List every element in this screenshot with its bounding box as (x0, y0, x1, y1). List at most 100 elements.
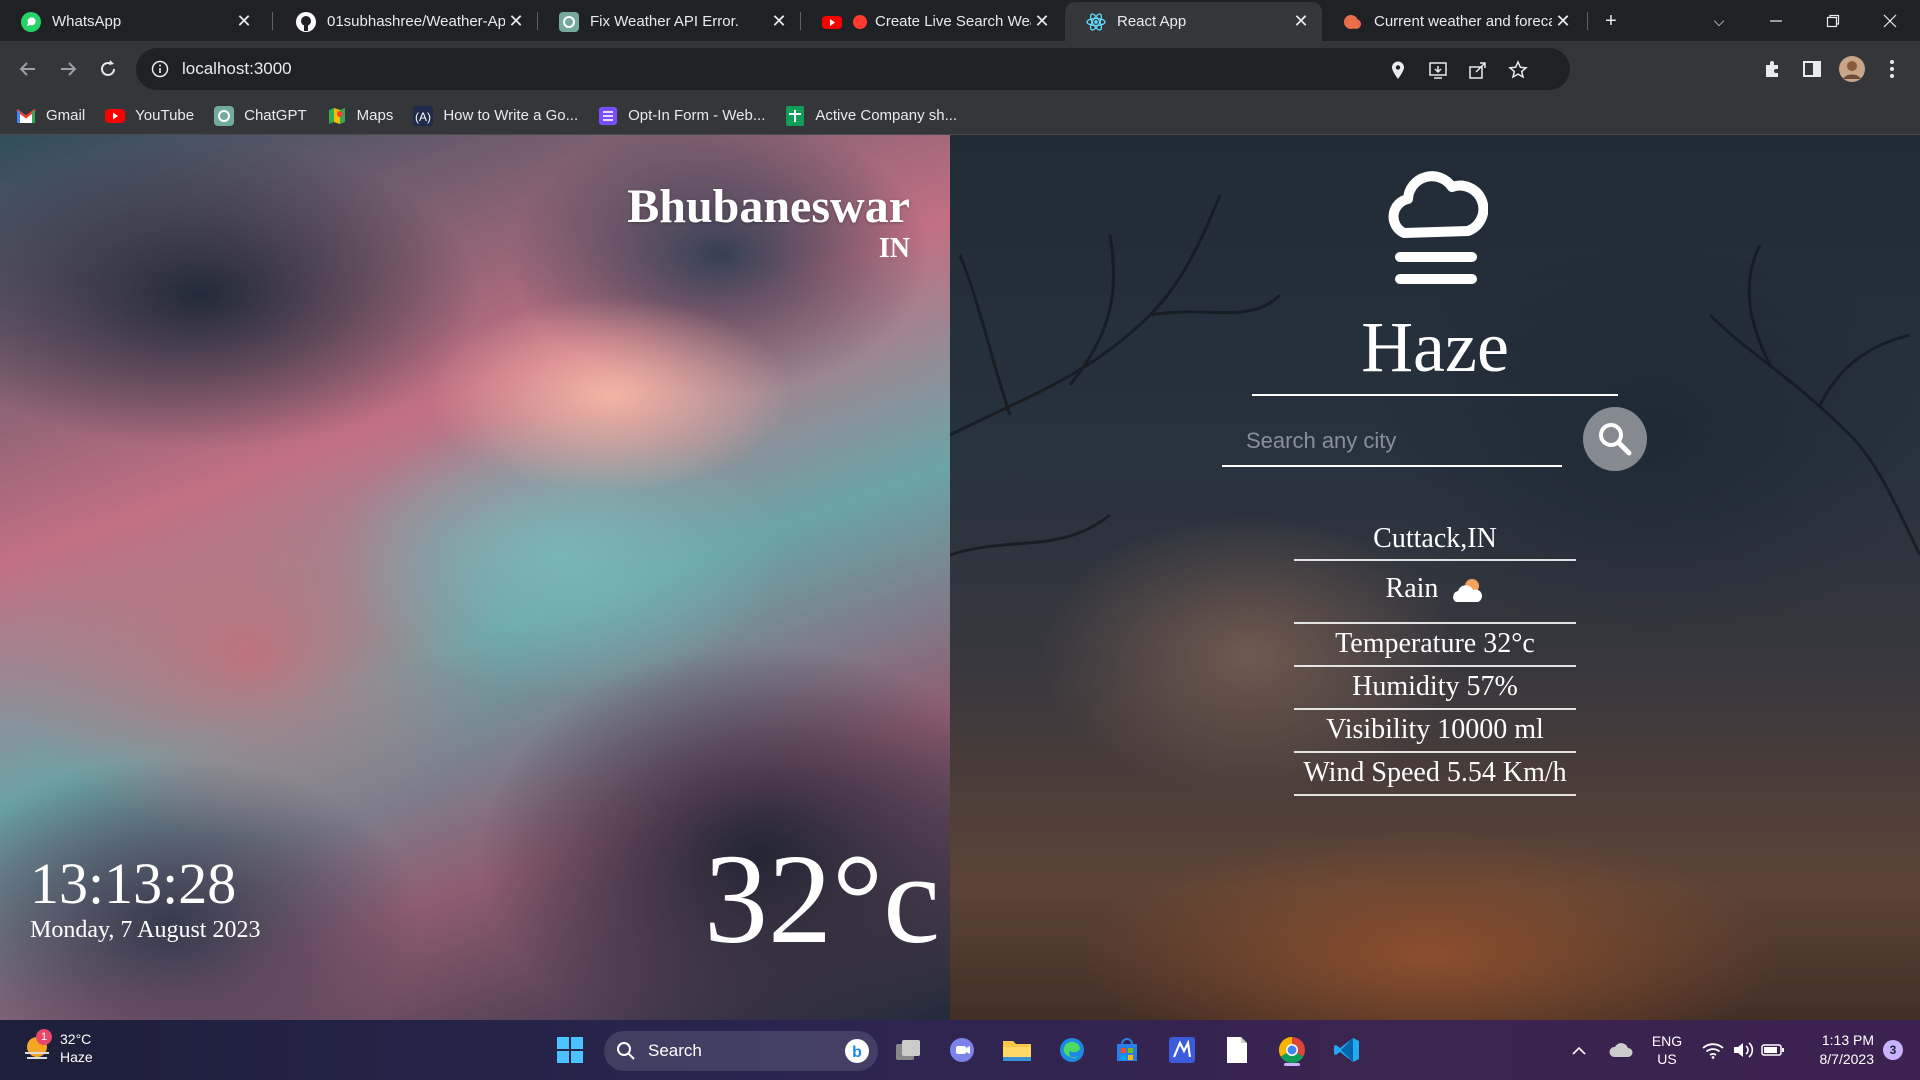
current-time: 13:13:28 (30, 851, 237, 916)
close-tab-icon[interactable]: ✕ (1552, 11, 1574, 33)
side-panel-icon[interactable] (1796, 53, 1828, 85)
forward-arrow-icon[interactable] (52, 53, 84, 85)
chatgpt-icon (214, 105, 235, 126)
bookmark-chatgpt[interactable]: ChatGPT (214, 105, 307, 126)
notepad-icon[interactable] (1219, 1032, 1255, 1068)
tab-chatgpt[interactable]: Fix Weather API Error. ✕ (538, 2, 800, 41)
bookmark-opt-in-form[interactable]: Opt-In Form - Web... (598, 106, 765, 126)
bookmark-how-to-write[interactable]: (A) How to Write a Go... (413, 105, 578, 126)
tab-github[interactable]: 01subhashree/Weather-App ✕ (275, 2, 537, 41)
bookmark-label: ChatGPT (244, 107, 307, 124)
tab-title: Create Live Search Weather (875, 13, 1031, 30)
language-indicator[interactable]: ENG US (1646, 1030, 1688, 1070)
microsoft-store-icon[interactable] (1109, 1032, 1145, 1068)
battery-icon[interactable] (1760, 1030, 1786, 1070)
share-icon[interactable] (1466, 58, 1490, 82)
search-button[interactable] (1583, 407, 1647, 471)
taskbar-time: 1:13 PM (1821, 1032, 1874, 1048)
close-tab-icon[interactable]: ✕ (768, 11, 790, 33)
notification-count-badge: 3 (1883, 1040, 1903, 1060)
tab-title: Current weather and forecast (1374, 13, 1552, 30)
current-temperature: 32°c (704, 828, 940, 970)
recording-indicator-icon (853, 14, 867, 29)
onedrive-cloud-icon[interactable] (1606, 1030, 1636, 1070)
install-app-icon[interactable] (1426, 58, 1450, 82)
extensions-puzzle-icon[interactable] (1756, 53, 1788, 85)
address-bar[interactable]: localhost:3000 (136, 48, 1570, 90)
edge-browser-icon[interactable] (1054, 1032, 1090, 1068)
minimize-window-icon[interactable] (1761, 6, 1791, 36)
city-search-input[interactable] (1222, 417, 1562, 467)
tab-search-chevron-icon[interactable]: ⌵ (1704, 6, 1734, 36)
bookmark-gmail[interactable]: Gmail (16, 106, 85, 126)
notification-center-button[interactable]: 3 (1875, 1030, 1911, 1070)
vscode-insiders-icon[interactable] (1164, 1032, 1200, 1068)
new-tab-button[interactable]: + (1596, 6, 1626, 36)
show-hidden-icons-chevron-icon[interactable] (1567, 1030, 1591, 1070)
taskbar-weather-temp: 32°C (60, 1031, 92, 1047)
back-arrow-icon[interactable] (12, 53, 44, 85)
taskbar-date: 8/7/2023 (1819, 1051, 1875, 1067)
tab-title: 01subhashree/Weather-App (327, 13, 505, 30)
city-name: Bhubaneswar (627, 180, 910, 233)
result-wind-speed: Wind Speed 5.54 Km/h (1294, 753, 1576, 796)
restore-window-icon[interactable] (1818, 6, 1848, 36)
taskbar-search-label: Search (648, 1041, 702, 1060)
location-pin-icon[interactable] (1386, 58, 1410, 82)
taskbar-search-box[interactable]: Search b (604, 1031, 878, 1071)
form-icon (598, 106, 618, 126)
chatgpt-icon (558, 11, 580, 33)
tab-separator (1587, 12, 1588, 30)
taskbar-weather-condition: Haze (60, 1049, 93, 1065)
active-app-indicator (1284, 1063, 1300, 1066)
close-tab-icon[interactable]: ✕ (233, 11, 255, 33)
bookmark-star-icon[interactable] (1506, 58, 1530, 82)
taskbar-weather-widget[interactable]: 1 32°C Haze (22, 1029, 93, 1066)
reload-icon[interactable] (92, 53, 124, 85)
haze-weather-icon (1388, 171, 1488, 284)
bookmark-label: Active Company sh... (815, 107, 958, 124)
haze-sun-icon: 1 (22, 1029, 52, 1063)
chrome-icon[interactable] (1274, 1032, 1310, 1068)
react-icon (1085, 11, 1107, 33)
svg-text:(A): (A) (415, 110, 431, 124)
country-code: IN (878, 233, 910, 264)
file-explorer-icon[interactable] (999, 1032, 1035, 1068)
wifi-icon[interactable] (1700, 1030, 1726, 1070)
vscode-icon[interactable] (1329, 1032, 1365, 1068)
bookmark-youtube[interactable]: YouTube (105, 106, 194, 126)
close-tab-icon[interactable]: ✕ (505, 11, 527, 33)
openweather-icon (1342, 11, 1364, 33)
url-text: localhost:3000 (182, 59, 292, 78)
whatsapp-icon (20, 11, 42, 33)
weather-details-list: Cuttack,IN Rain Temperature 32°c Humidit… (1294, 521, 1576, 796)
teams-chat-icon[interactable] (944, 1032, 980, 1068)
tab-title: React App (1117, 13, 1187, 30)
close-window-icon[interactable] (1875, 6, 1905, 36)
close-tab-icon[interactable]: ✕ (1031, 11, 1053, 33)
more-menu-icon[interactable] (1876, 53, 1908, 85)
search-icon (617, 1042, 635, 1060)
bookmark-active-company[interactable]: Active Company sh... (785, 105, 958, 126)
tab-youtube[interactable]: Create Live Search Weather ✕ (801, 2, 1063, 41)
tab-openweather[interactable]: Current weather and forecast ✕ (1322, 2, 1584, 41)
task-view-icon[interactable] (890, 1032, 926, 1068)
condition-divider (1252, 394, 1618, 396)
youtube-icon (105, 106, 126, 126)
result-location: Cuttack,IN (1294, 521, 1576, 561)
profile-avatar[interactable] (1836, 53, 1868, 85)
windows-start-icon[interactable] (552, 1032, 588, 1068)
maps-icon (327, 106, 347, 126)
bookmark-maps[interactable]: Maps (327, 106, 393, 126)
result-humidity: Humidity 57% (1294, 667, 1576, 710)
result-temperature: Temperature 32°c (1294, 624, 1576, 667)
tab-react-app[interactable]: React App ✕ (1065, 2, 1322, 41)
tab-separator (272, 12, 273, 30)
volume-icon[interactable] (1730, 1030, 1756, 1070)
bookmark-label: YouTube (135, 107, 195, 124)
gmail-icon (16, 106, 36, 126)
site-info-icon[interactable] (150, 59, 170, 79)
close-tab-icon[interactable]: ✕ (1290, 11, 1312, 33)
taskbar-clock[interactable]: 1:13 PM 8/7/2023 (1798, 1030, 1875, 1070)
tab-whatsapp[interactable]: WhatsApp ✕ (0, 2, 265, 41)
